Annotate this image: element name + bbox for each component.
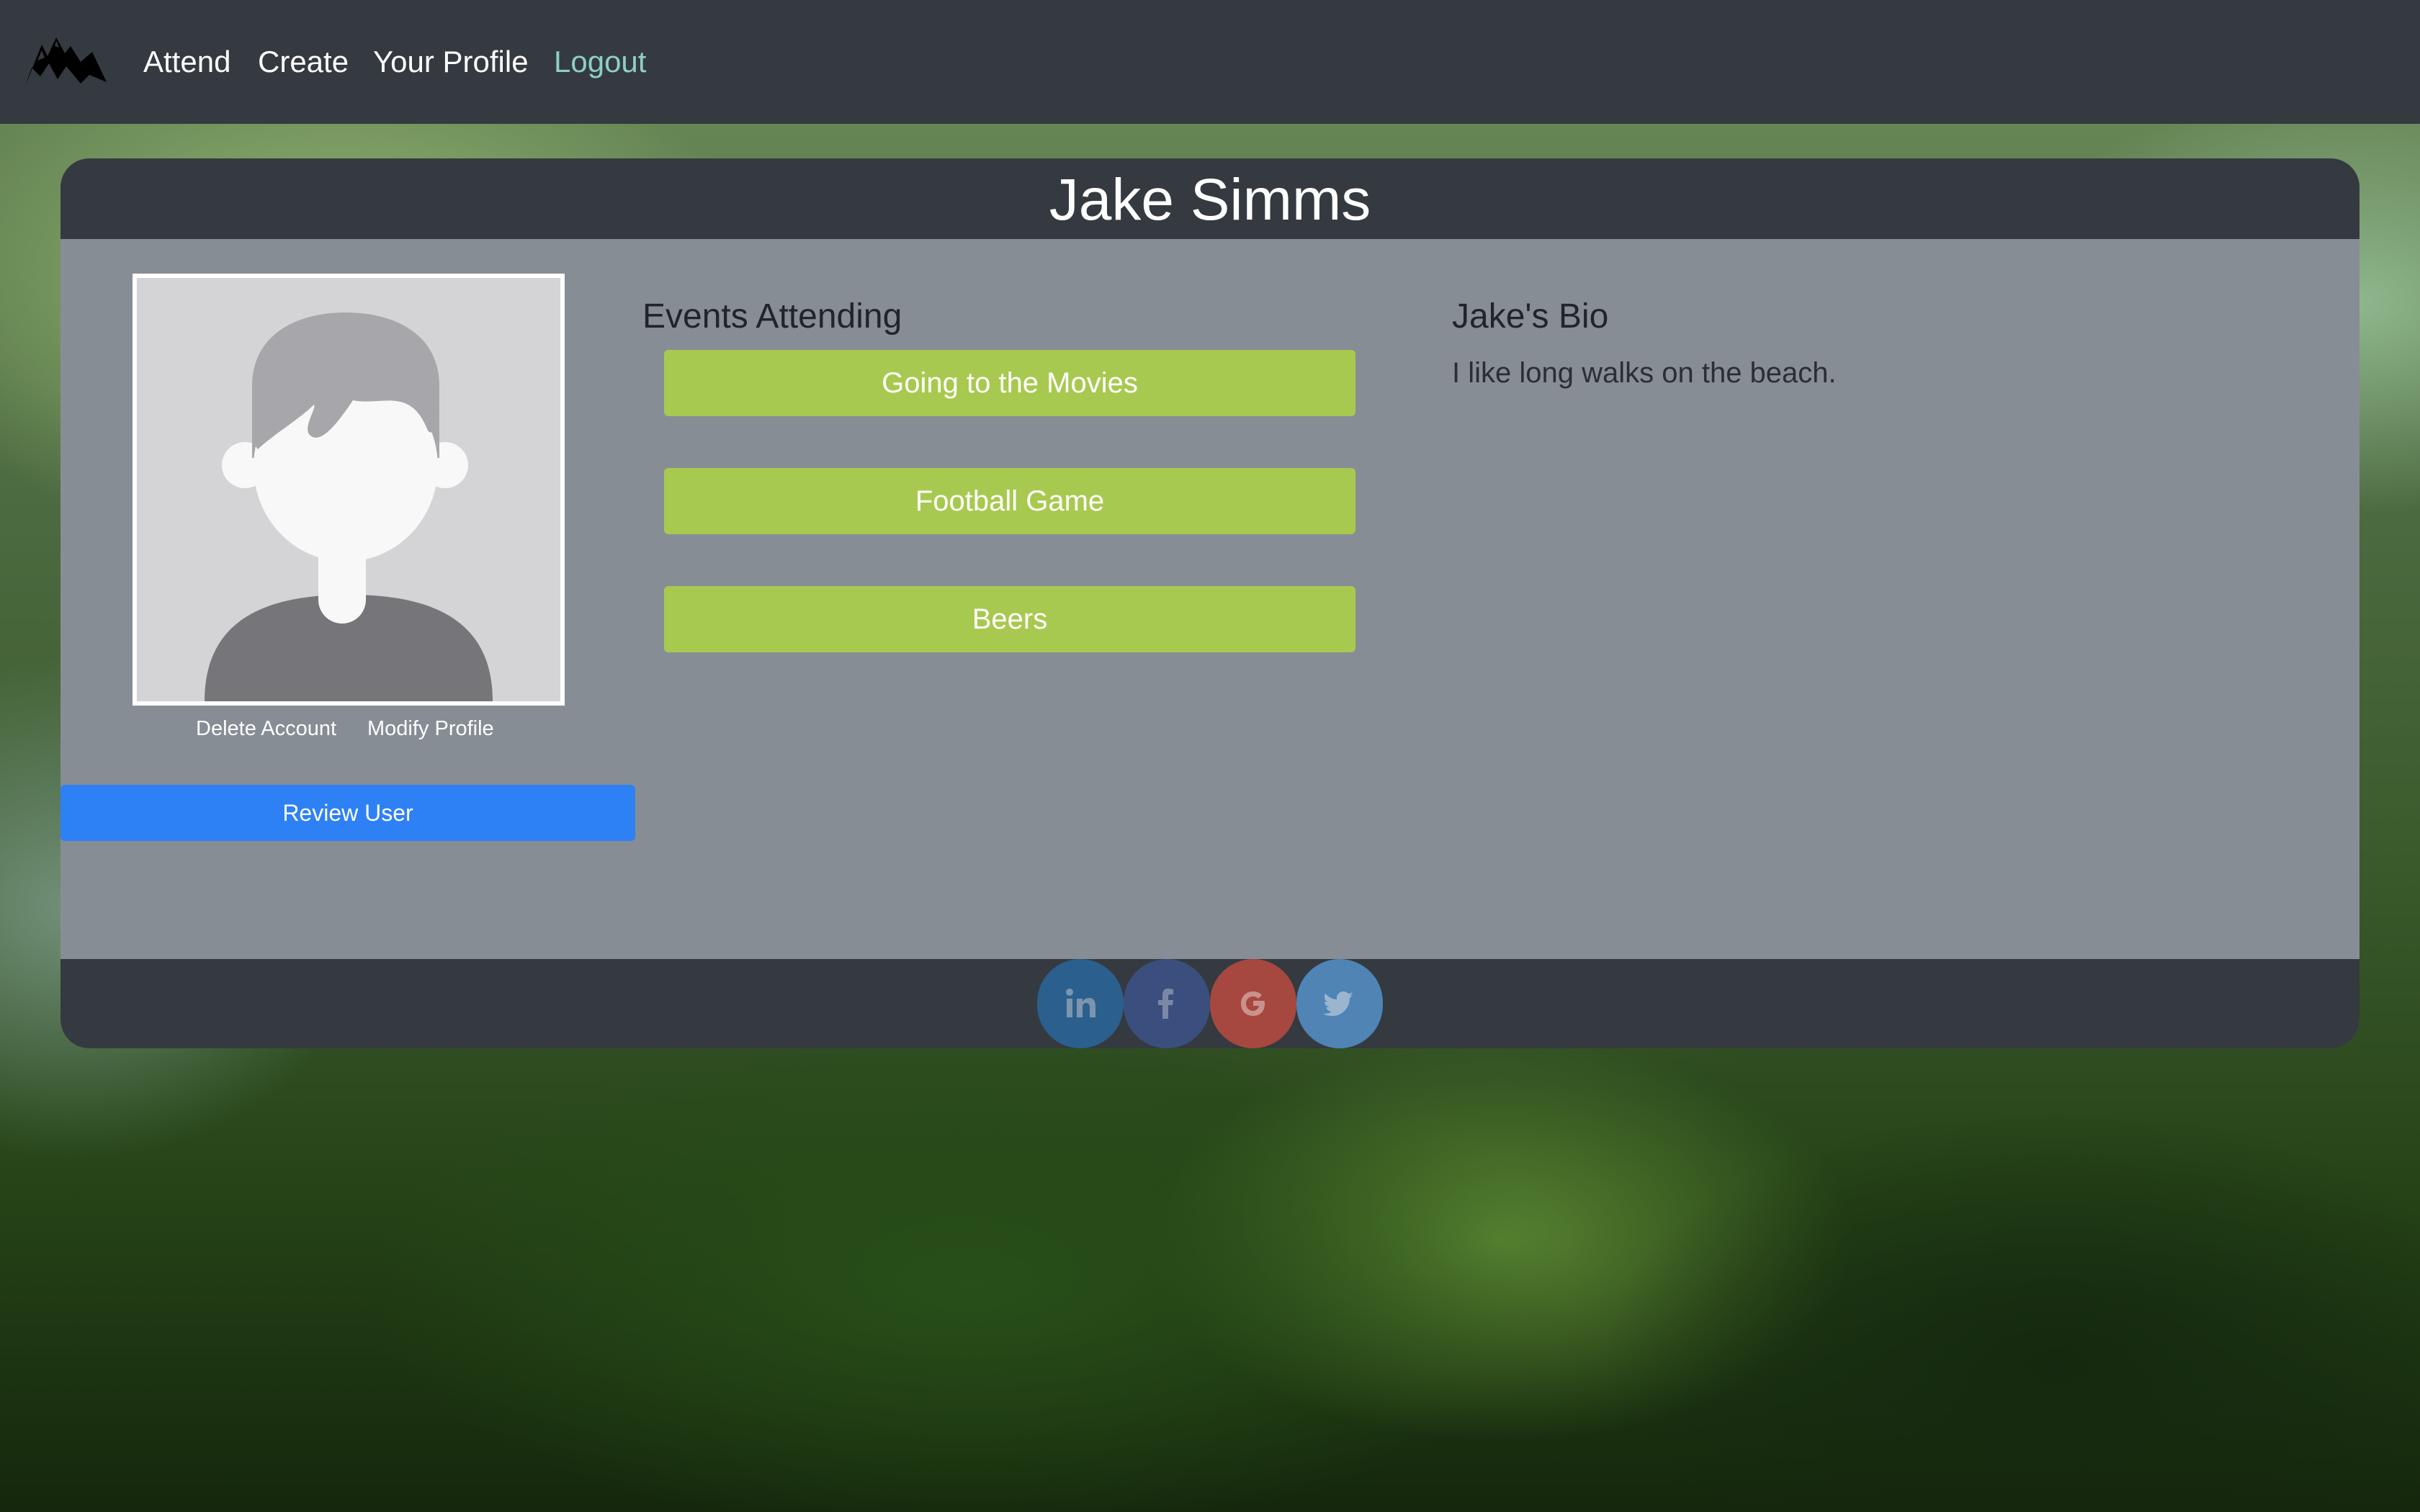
linkedin-icon <box>1066 989 1095 1017</box>
bio-text: I like long walks on the beach. <box>1452 357 1837 389</box>
profile-card: Jake Simms Delete Account Modify Profile… <box>60 158 2360 1048</box>
navbar: Attend Create Your Profile Logout <box>0 0 2420 124</box>
profile-card-header: Jake Simms <box>60 158 2360 239</box>
avatar <box>133 274 565 706</box>
nav-create-link[interactable]: Create <box>258 42 349 82</box>
profile-name: Jake Simms <box>1049 167 1371 233</box>
user-avatar-icon <box>137 278 560 701</box>
nav-attend-link[interactable]: Attend <box>143 42 230 82</box>
linkedin-button[interactable] <box>1037 959 1124 1048</box>
mountain-logo-icon[interactable] <box>23 32 108 89</box>
twitter-icon <box>1323 991 1353 1016</box>
event-button[interactable]: Football Game <box>664 468 1355 534</box>
facebook-icon <box>1158 989 1173 1019</box>
nav-your-profile-link[interactable]: Your Profile <box>373 42 529 82</box>
google-button[interactable] <box>1210 959 1296 1048</box>
twitter-button[interactable] <box>1296 959 1383 1048</box>
modify-profile-link[interactable]: Modify Profile <box>367 714 494 743</box>
event-button[interactable]: Beers <box>664 586 1355 652</box>
bio-heading: Jake's Bio <box>1452 297 1609 336</box>
delete-account-link[interactable]: Delete Account <box>196 714 336 743</box>
review-user-button[interactable]: Review User <box>60 785 635 841</box>
facebook-button[interactable] <box>1124 959 1210 1048</box>
event-button[interactable]: Going to the Movies <box>664 350 1355 416</box>
events-attending-heading: Events Attending <box>642 297 902 336</box>
google-icon <box>1241 991 1265 1016</box>
nav-logout-link[interactable]: Logout <box>554 42 646 82</box>
